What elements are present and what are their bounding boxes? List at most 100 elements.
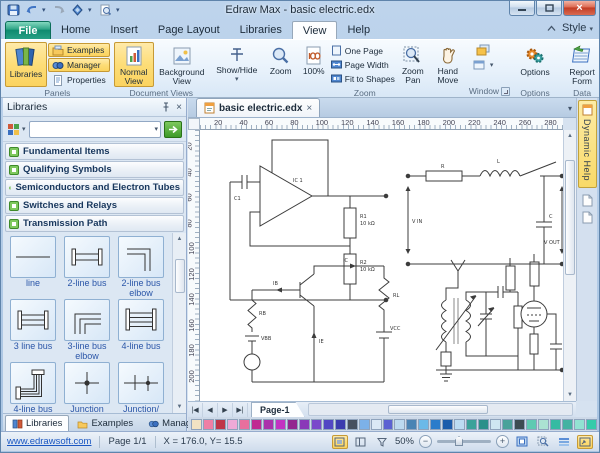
color-swatch[interactable] <box>323 419 334 430</box>
window-dialog-launcher-icon[interactable] <box>501 87 510 96</box>
options-button[interactable]: Options <box>514 42 556 87</box>
minimize-button[interactable] <box>509 1 535 16</box>
style-button[interactable]: Style ▾ <box>562 22 593 34</box>
shape-item[interactable]: 3-line bus elbow <box>60 299 114 361</box>
color-swatch[interactable] <box>203 419 214 430</box>
scrollbar-thumb[interactable] <box>175 259 185 293</box>
color-swatch[interactable] <box>215 419 226 430</box>
color-swatch[interactable] <box>550 419 561 430</box>
tab-libraries[interactable]: Libraries <box>230 21 292 39</box>
fit-to-shapes-button[interactable]: Fit to Shapes <box>331 72 395 85</box>
color-swatch[interactable] <box>562 419 573 430</box>
shape-grid-scrollbar[interactable]: ▲ ▼ <box>172 233 186 413</box>
scroll-up-icon[interactable]: ▲ <box>177 233 183 245</box>
color-swatch[interactable] <box>383 419 394 430</box>
examples-button[interactable]: Examples <box>48 43 110 57</box>
drawing-canvas[interactable]: IC 1 C1 R1 10 kΩ R2 10 kΩ R L C V IN V O… <box>200 130 563 401</box>
color-swatch[interactable] <box>263 419 274 430</box>
pages-icon[interactable] <box>556 435 572 449</box>
color-swatch[interactable] <box>299 419 310 430</box>
shape-item[interactable]: 4-line bus <box>6 362 60 413</box>
tab-insert[interactable]: Insert <box>100 21 148 39</box>
zoom-slider[interactable] <box>437 440 491 443</box>
shape-item[interactable]: Junction <box>60 362 114 413</box>
maximize-button[interactable] <box>536 1 562 16</box>
library-search-combo[interactable]: ▾ <box>29 121 161 138</box>
close-button[interactable]: × <box>563 1 596 16</box>
document-tab[interactable]: basic electric.edx × <box>196 98 320 117</box>
last-page-button[interactable]: ▶| <box>233 403 248 417</box>
hand-move-button[interactable]: Hand Move <box>431 42 465 87</box>
zoom-area-icon[interactable] <box>535 435 551 449</box>
color-swatch[interactable] <box>574 419 585 430</box>
zoom-slider-thumb[interactable] <box>455 436 463 446</box>
show-hide-button[interactable]: Show/Hide ▾ <box>213 42 261 87</box>
color-swatch[interactable] <box>335 419 346 430</box>
color-swatch[interactable] <box>490 419 501 430</box>
color-swatch[interactable] <box>586 419 597 430</box>
color-swatch[interactable] <box>526 419 537 430</box>
manager-button[interactable]: Manager <box>48 58 110 72</box>
previous-page-button[interactable]: ◀ <box>203 403 218 417</box>
color-swatch[interactable] <box>239 419 250 430</box>
color-swatch[interactable] <box>275 419 286 430</box>
bottom-tab-libraries[interactable]: Libraries <box>5 415 69 431</box>
collapse-ribbon-icon[interactable] <box>547 25 556 32</box>
normal-view-mode-icon[interactable] <box>332 435 348 449</box>
color-swatch[interactable] <box>394 419 405 430</box>
shape-item[interactable]: 4-line bus <box>114 299 168 361</box>
close-panel-icon[interactable]: × <box>176 102 182 113</box>
zoom-pan-button[interactable]: Zoom Pan <box>396 42 430 87</box>
page-view-mode-icon[interactable] <box>353 435 369 449</box>
cascade-windows-button[interactable] <box>472 43 494 57</box>
normal-view-button[interactable]: Normal View <box>114 42 154 87</box>
dynamic-help-tab[interactable]: Dynamic Help <box>578 100 597 188</box>
color-swatch[interactable] <box>430 419 441 430</box>
background-view-button[interactable]: Background View <box>155 42 209 87</box>
full-screen-icon[interactable] <box>577 435 593 449</box>
shape-item[interactable]: line <box>6 236 60 298</box>
filter-icon[interactable] <box>374 435 390 449</box>
fit-page-icon[interactable] <box>514 435 530 449</box>
color-swatch[interactable] <box>347 419 358 430</box>
section-switches-relays[interactable]: Switches and Relays <box>5 197 184 214</box>
color-swatch[interactable] <box>227 419 238 430</box>
color-swatch[interactable] <box>478 419 489 430</box>
shape-item[interactable]: Junction/ <box>114 362 168 413</box>
section-qualifying-symbols[interactable]: Qualifying Symbols <box>5 161 184 178</box>
color-swatch[interactable] <box>287 419 298 430</box>
color-swatch[interactable] <box>191 419 202 430</box>
section-semiconductors[interactable]: Semiconductors and Electron Tubes <box>5 179 184 196</box>
tab-page-layout[interactable]: Page Layout <box>148 21 230 39</box>
zoom-in-button[interactable]: + <box>496 435 509 448</box>
color-swatch[interactable] <box>311 419 322 430</box>
page-width-button[interactable]: Page Width <box>331 58 395 71</box>
scroll-down-icon[interactable]: ▼ <box>564 389 576 401</box>
color-swatch[interactable] <box>538 419 549 430</box>
help-page-icon[interactable] <box>581 194 593 207</box>
scrollbar-thumb[interactable] <box>565 160 575 275</box>
color-swatch[interactable] <box>406 419 417 430</box>
next-page-button[interactable]: ▶ <box>218 403 233 417</box>
tab-help[interactable]: Help <box>337 21 380 39</box>
page-tab[interactable]: Page-1 <box>251 402 305 417</box>
color-swatch[interactable] <box>359 419 370 430</box>
color-swatch[interactable] <box>251 419 262 430</box>
scroll-up-icon[interactable]: ▲ <box>564 130 576 142</box>
color-swatch[interactable] <box>466 419 477 430</box>
zoom-out-button[interactable]: − <box>419 435 432 448</box>
library-menu-button[interactable]: ▾ <box>7 123 26 136</box>
zoom-button[interactable]: Zoom <box>265 42 297 87</box>
tab-list-dropdown-icon[interactable]: ▾ <box>568 104 572 113</box>
website-link[interactable]: www.edrawsoft.com <box>7 436 91 447</box>
first-page-button[interactable]: |◀ <box>188 403 203 417</box>
scrollbar-thumb[interactable] <box>388 405 488 414</box>
shape-item[interactable]: 3 line bus <box>6 299 60 361</box>
bottom-tab-examples[interactable]: Examples <box>70 415 140 431</box>
switch-windows-button[interactable]: ▾ <box>469 58 498 72</box>
section-transmission-path[interactable]: Transmission Path <box>5 215 184 232</box>
report-form-button[interactable]: Report Form <box>560 42 599 87</box>
close-document-icon[interactable]: × <box>306 103 312 114</box>
canvas-vertical-scrollbar[interactable]: ▲ ▼ <box>563 130 576 401</box>
open-library-button[interactable] <box>164 121 182 138</box>
